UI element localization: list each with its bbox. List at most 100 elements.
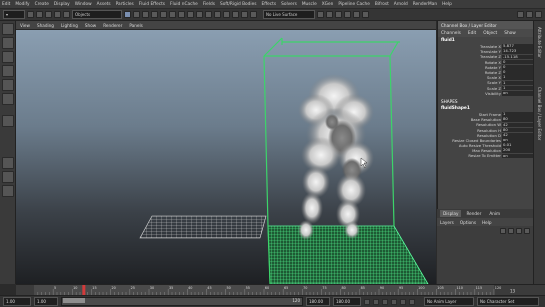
menu-item[interactable]: XGen bbox=[322, 2, 334, 7]
four-view-layout-icon[interactable] bbox=[1, 171, 14, 183]
save-scene-icon[interactable] bbox=[45, 11, 52, 18]
live-surface-field[interactable]: No Live Surface bbox=[263, 10, 315, 19]
step-forward-icon[interactable] bbox=[400, 298, 406, 305]
new-layer-icon[interactable] bbox=[516, 228, 522, 234]
render-icon[interactable] bbox=[335, 11, 342, 18]
channel-box-menu-item[interactable]: Show bbox=[504, 31, 516, 36]
step-back-icon[interactable] bbox=[373, 298, 379, 305]
new-layer-selected-icon[interactable] bbox=[524, 228, 530, 234]
mask-dynamics-icon[interactable] bbox=[196, 11, 203, 18]
play-forward-icon[interactable] bbox=[391, 298, 397, 305]
animation-start-field[interactable]: 1.00 bbox=[3, 297, 31, 306]
menu-item[interactable]: Display bbox=[54, 2, 70, 7]
go-to-end-icon[interactable] bbox=[409, 298, 415, 305]
layer-tab[interactable]: Anim bbox=[486, 210, 503, 217]
show-hide-channel-box-icon[interactable] bbox=[535, 11, 542, 18]
snap-curve-icon[interactable] bbox=[223, 11, 230, 18]
channel-value-field[interactable]: 1 bbox=[502, 80, 533, 86]
mask-surfaces-icon[interactable] bbox=[178, 11, 185, 18]
perspective-viewport[interactable] bbox=[16, 30, 436, 284]
persp-outliner-layout-icon[interactable] bbox=[1, 185, 14, 197]
playback-end-field[interactable]: 180.00 bbox=[306, 297, 330, 306]
current-frame-field[interactable]: 13 bbox=[510, 289, 516, 294]
panel-menu-item[interactable]: Panels bbox=[129, 23, 142, 28]
open-scene-icon[interactable] bbox=[36, 11, 43, 18]
channel-value-field[interactable]: on bbox=[502, 153, 533, 159]
hypershade-icon[interactable] bbox=[362, 11, 369, 18]
menu-item[interactable]: Arnold bbox=[394, 2, 408, 7]
make-live-icon[interactable] bbox=[250, 11, 257, 18]
menu-item[interactable]: Help bbox=[442, 2, 452, 7]
menu-item[interactable]: Fluid Effects bbox=[139, 2, 165, 7]
ipr-render-icon[interactable] bbox=[344, 11, 351, 18]
scale-tool-icon[interactable] bbox=[1, 93, 14, 105]
channel-row[interactable]: Resize To Emitter on bbox=[438, 153, 533, 158]
mask-deformations-icon[interactable] bbox=[187, 11, 194, 18]
menu-set-dropdown[interactable]: ▾ bbox=[3, 10, 25, 19]
menu-item[interactable]: Effects bbox=[261, 2, 276, 7]
layer-menu-item[interactable]: Options bbox=[460, 220, 476, 225]
layer-menu-item[interactable]: Layers bbox=[440, 220, 454, 225]
menu-item[interactable]: Fields bbox=[203, 2, 215, 7]
snap-view-plane-icon[interactable] bbox=[241, 11, 248, 18]
move-layer-up-icon[interactable] bbox=[500, 228, 506, 234]
layer-tab[interactable]: Display bbox=[440, 210, 462, 217]
menu-item[interactable]: Bifrost bbox=[375, 2, 389, 7]
menu-item[interactable]: Assets bbox=[97, 2, 111, 7]
anim-layer-dropdown[interactable]: No Anim Layer bbox=[424, 297, 474, 306]
move-tool-icon[interactable] bbox=[1, 65, 14, 77]
channel-value-field[interactable]: on bbox=[502, 90, 533, 96]
channel-label[interactable]: Visibility bbox=[438, 91, 502, 96]
lasso-tool-icon[interactable] bbox=[1, 37, 14, 49]
panel-menu-item[interactable]: Show bbox=[85, 23, 96, 28]
side-tab-attribute-editor[interactable]: Attribute Editor bbox=[537, 27, 542, 58]
menu-item[interactable]: Window bbox=[75, 2, 92, 7]
panel-menu-item[interactable]: Lighting bbox=[61, 23, 78, 28]
rotate-tool-icon[interactable] bbox=[1, 79, 14, 91]
layer-menu-item[interactable]: Help bbox=[482, 220, 492, 225]
channel-box-menu-item[interactable]: Edit bbox=[468, 31, 476, 36]
mask-handles-icon[interactable] bbox=[151, 11, 158, 18]
menu-item[interactable]: Fluid nCache bbox=[170, 2, 198, 7]
last-tool-icon[interactable] bbox=[1, 115, 14, 127]
render-settings-icon[interactable] bbox=[353, 11, 360, 18]
selection-mode-dropdown[interactable]: Objects bbox=[72, 10, 122, 19]
menu-item[interactable]: RenderMan bbox=[413, 2, 437, 7]
history-icon[interactable] bbox=[317, 11, 324, 18]
channel-value-field[interactable]: 0 bbox=[502, 64, 533, 70]
time-slider[interactable]: 5 10 15 20 25 30 35 40 45 50 55 60 65 70 75 80 85 90 95 100… bbox=[16, 284, 545, 296]
channel-box-menu-item[interactable]: Object bbox=[483, 31, 497, 36]
channel-box-menu-item[interactable]: Channels bbox=[441, 31, 461, 36]
select-by-object-icon[interactable] bbox=[133, 11, 140, 18]
paint-select-tool-icon[interactable] bbox=[1, 51, 14, 63]
select-by-hierarchy-icon[interactable] bbox=[124, 11, 131, 18]
panel-menu-item[interactable]: Renderer bbox=[103, 23, 122, 28]
playback-start-field[interactable]: 1.00 bbox=[34, 297, 58, 306]
channel-label[interactable]: Resize To Emitter bbox=[438, 153, 502, 158]
select-tool-icon[interactable] bbox=[1, 23, 14, 35]
menu-item[interactable]: Solvers bbox=[281, 2, 297, 7]
range-handle[interactable] bbox=[63, 298, 85, 303]
channel-value-field[interactable]: 0 bbox=[502, 70, 533, 75]
range-bar[interactable]: 120 bbox=[61, 297, 303, 306]
go-to-start-icon[interactable] bbox=[364, 298, 370, 305]
menu-item[interactable]: Edit bbox=[2, 2, 10, 7]
object-name[interactable]: fluid1 bbox=[438, 37, 533, 44]
show-hide-attribute-editor-icon[interactable] bbox=[517, 11, 524, 18]
channel-value-field[interactable]: 1 bbox=[502, 75, 533, 81]
menu-item[interactable]: Particles bbox=[116, 2, 134, 7]
menu-item[interactable]: Create bbox=[35, 2, 49, 7]
channel-value-field[interactable]: -15.118 bbox=[502, 54, 533, 60]
render-view-icon[interactable] bbox=[326, 11, 333, 18]
side-tab-channel-box[interactable]: Channel Box / Layer Editor bbox=[537, 87, 542, 140]
single-perspective-layout-icon[interactable] bbox=[1, 157, 14, 169]
menu-item[interactable]: Soft/Rigid Bodies bbox=[220, 2, 257, 7]
shape-name[interactable]: fluidShape1 bbox=[438, 105, 533, 112]
layer-list[interactable] bbox=[437, 226, 533, 284]
channel-row[interactable]: Visibility on bbox=[438, 90, 533, 96]
menu-item[interactable]: Modify bbox=[15, 2, 29, 7]
play-back-icon[interactable] bbox=[382, 298, 388, 305]
channel-value-field[interactable]: 0 bbox=[502, 59, 533, 65]
mask-joints-icon[interactable] bbox=[160, 11, 167, 18]
snap-point-icon[interactable] bbox=[232, 11, 239, 18]
